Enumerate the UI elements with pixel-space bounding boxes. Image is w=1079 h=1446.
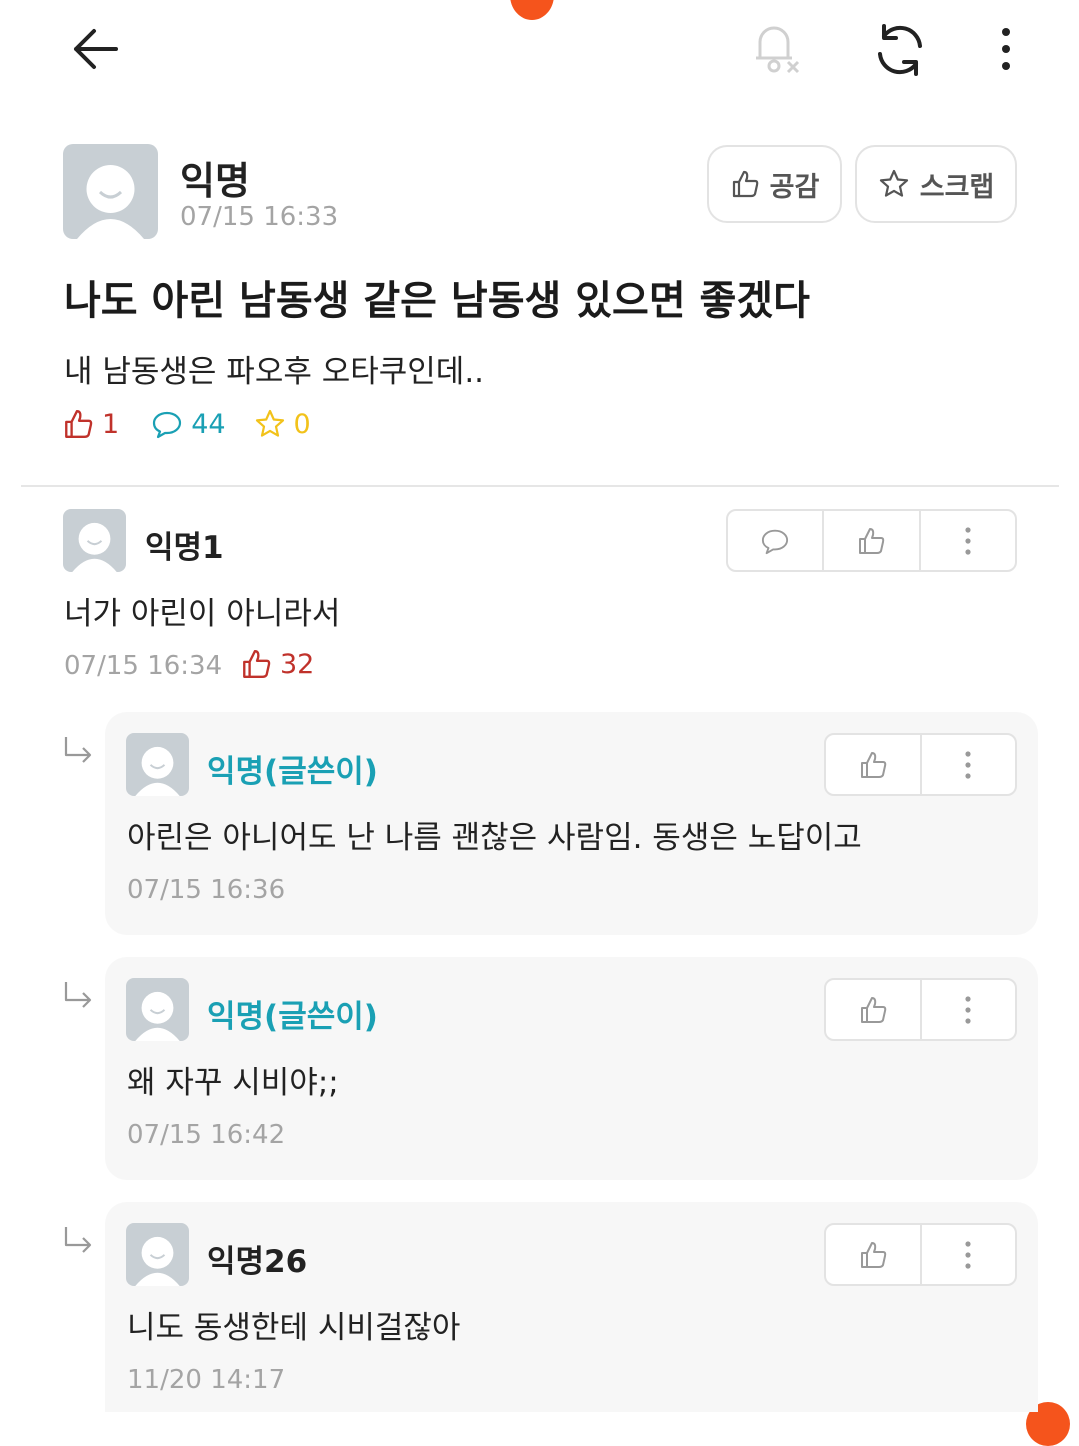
scrap-button[interactable]: 스크랩 [855,145,1017,223]
post-time: 07/15 16:33 [180,202,339,232]
reply-text: 아린은 아니어도 난 나름 괜찮은 사람임. 동생은 노답이고 [127,820,862,856]
like-button[interactable]: 공감 [707,145,842,223]
reply-actions [824,733,1017,796]
reply-author: 익명(글쓴이) [207,754,378,790]
reply-like-button[interactable] [826,980,920,1039]
more-vertical-icon [963,995,973,1025]
reply-like-button[interactable] [826,735,920,794]
comment-count: 44 [191,408,226,440]
thumbs-up-icon [858,995,888,1025]
comment-text: 너가 아린이 아니라서 [64,596,341,632]
reply-card: 익명26 니도 동생한테 시비걸잖아 11/20 14:17 [105,1202,1038,1412]
scrap-count: 0 [293,408,311,440]
comment-bubble-icon [151,409,183,439]
thumbs-up-icon [858,750,888,780]
avatar [63,144,158,239]
reply-arrow-icon [62,735,94,763]
comment-like-count: 32 [280,648,315,680]
avatar [63,509,126,572]
thumbs-up-icon [62,408,94,440]
reply-text: 왜 자꾸 시비야;; [127,1065,339,1101]
comment-like-stat: 32 [240,648,314,680]
reply-card: 익명(글쓴이) 아린은 아니어도 난 나름 괜찮은 사람임. 동생은 노답이고 … [105,712,1038,935]
avatar [126,733,189,796]
post-stats: 1 44 0 [62,408,311,440]
reply-card: 익명(글쓴이) 왜 자꾸 시비야;; 07/15 16:42 [105,957,1038,1180]
scrap-button-label: 스크랩 [919,171,995,203]
reply-time: 11/20 14:17 [127,1365,286,1395]
refresh-icon[interactable] [872,22,928,78]
reply-like-button[interactable] [826,1225,920,1284]
bell-off-icon[interactable] [750,20,804,76]
comment-bubble-icon [760,527,790,555]
comment-actions [726,509,1017,572]
reply-more-button[interactable] [919,1225,1016,1284]
like-count: 1 [102,408,120,440]
more-vertical-icon [963,750,973,780]
reply-time: 07/15 16:42 [127,1120,286,1150]
thumbs-up-icon [240,648,272,680]
thumbs-up-icon [858,1240,888,1270]
reply-arrow-icon [62,980,94,1008]
comment-more-button[interactable] [918,511,1015,570]
reply-button[interactable] [728,511,822,570]
comment-time: 07/15 16:34 [64,651,223,681]
avatar [126,978,189,1041]
reply-more-button[interactable] [919,735,1016,794]
thumbs-up-icon [856,526,886,556]
thumbs-up-icon [730,169,760,199]
notification-dot [510,0,554,20]
reply-actions [824,1223,1017,1286]
reply-time: 07/15 16:36 [127,875,286,905]
post-body: 내 남동생은 파오후 오타쿠인데.. [64,354,485,390]
back-arrow-icon[interactable] [70,26,120,72]
comment-like-button[interactable] [822,511,918,570]
reply-actions [824,978,1017,1041]
star-icon [878,168,910,200]
reply-more-button[interactable] [919,980,1016,1039]
post-author: 익명 [180,159,250,203]
star-icon [254,408,286,440]
like-button-label: 공감 [769,171,820,203]
more-vertical-icon[interactable] [994,26,1018,72]
reply-author: 익명26 [207,1244,308,1280]
reply-author: 익명(글쓴이) [207,999,378,1035]
divider [21,485,1059,487]
reply-text: 니도 동생한테 시비걸잖아 [127,1310,461,1346]
reply-arrow-icon [62,1225,94,1253]
post-title: 나도 아린 남동생 같은 남동생 있으면 좋겠다 [64,278,810,324]
more-vertical-icon [963,526,973,556]
more-vertical-icon [963,1240,973,1270]
comment-author: 익명1 [145,530,224,566]
avatar [126,1223,189,1286]
